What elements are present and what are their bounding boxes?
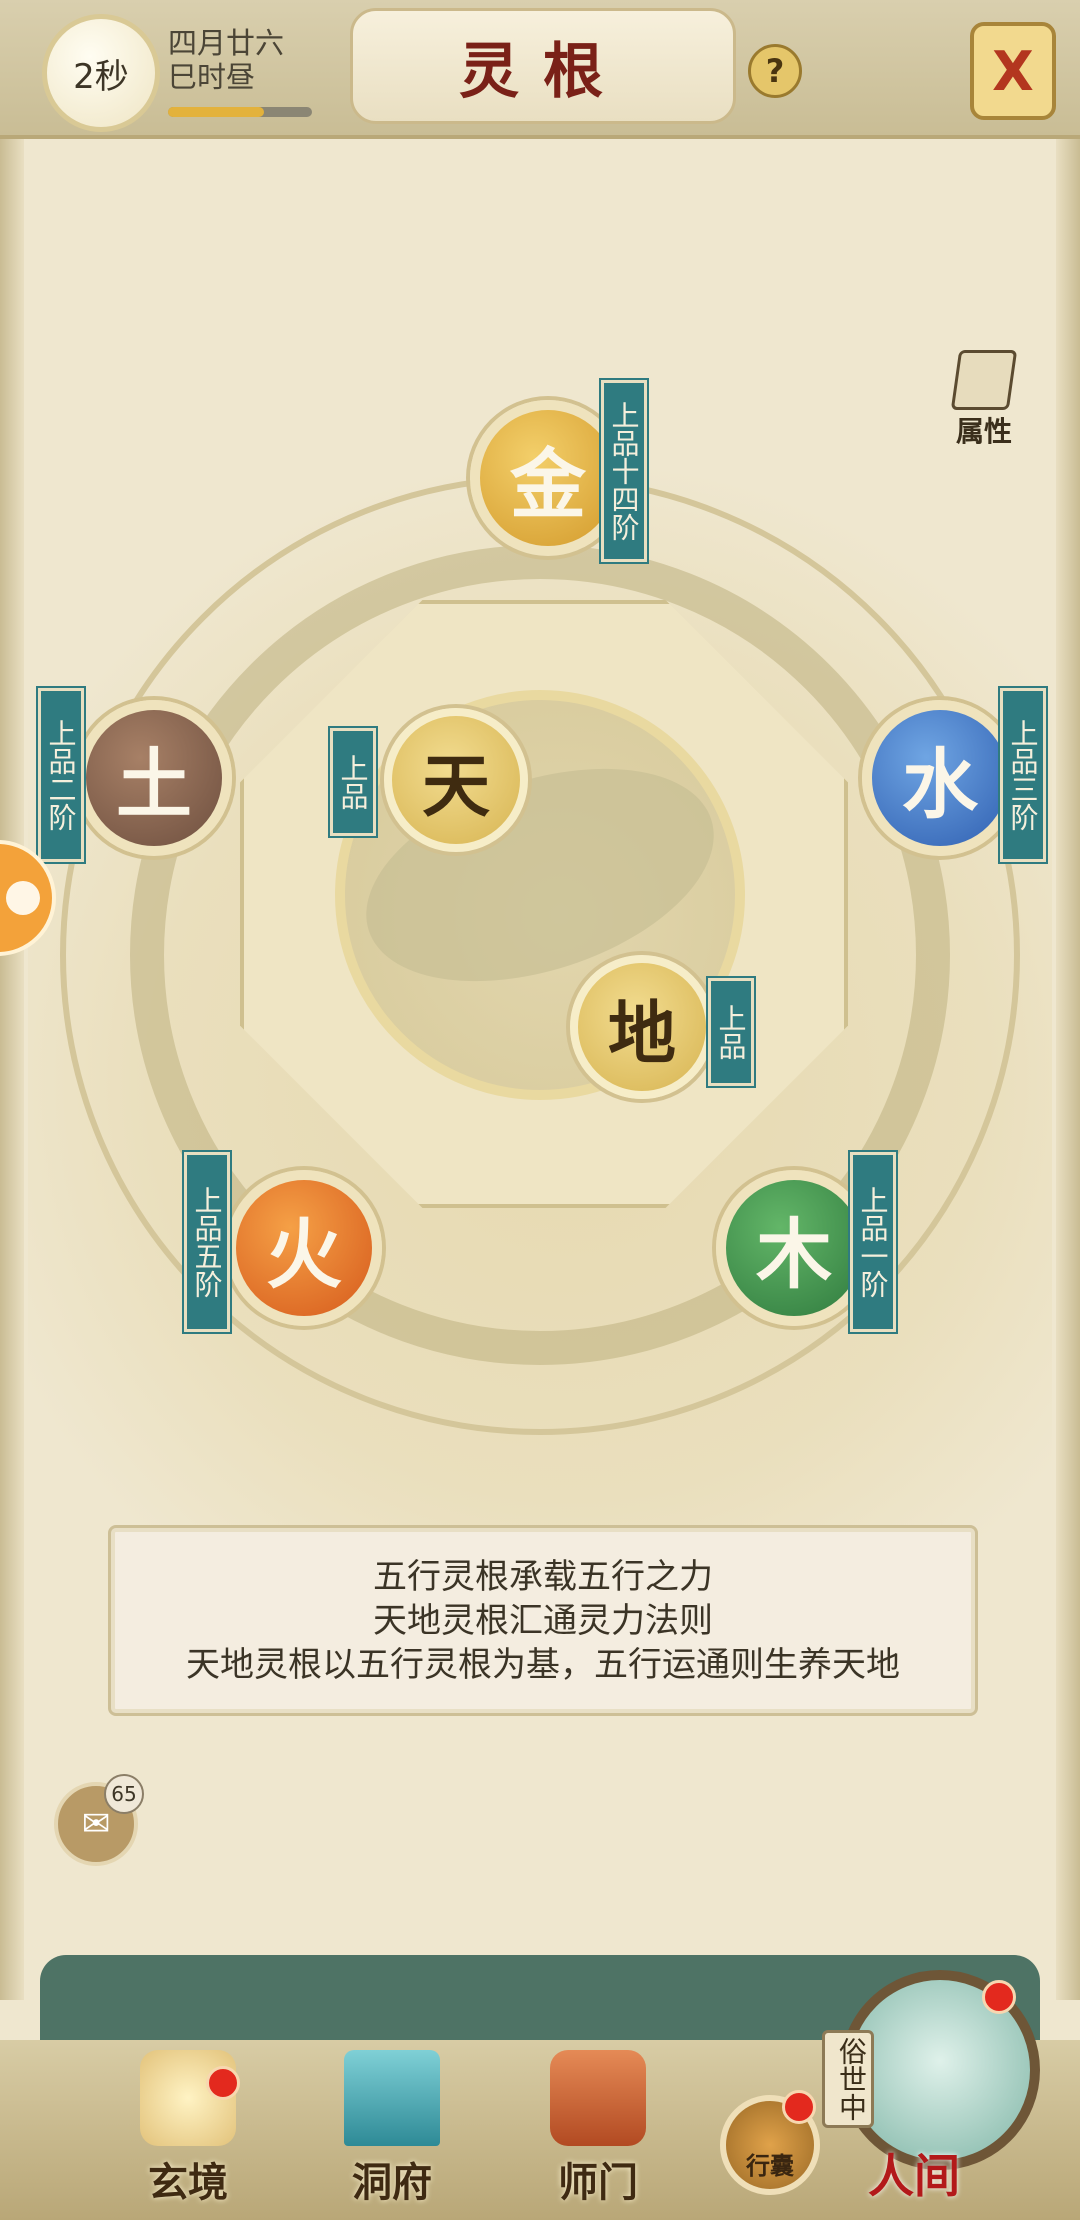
- nav-dongfu-label: 洞府: [352, 2159, 432, 2206]
- water-char: 水: [902, 740, 978, 829]
- ground-rank-tag: 上品: [708, 978, 754, 1086]
- earth-root-orb[interactable]: 土: [76, 700, 232, 856]
- day-progress-bar: [168, 107, 312, 117]
- ground-root-orb[interactable]: 地: [570, 955, 714, 1099]
- right-frame: [1056, 120, 1080, 2000]
- ground-char: 地: [607, 993, 676, 1074]
- metal-rank-tag: 上品十四阶: [601, 380, 647, 562]
- close-icon: X: [992, 39, 1034, 103]
- help-button[interactable]: ?: [748, 44, 802, 98]
- fire-rank-tag: 上品五阶: [184, 1152, 230, 1332]
- description-line-3: 天地灵根以五行灵根为基，五行运通则生养天地: [186, 1644, 900, 1685]
- metal-char: 金: [510, 440, 586, 529]
- nav-xingnang-label: 行囊: [746, 2151, 794, 2180]
- xuanjing-notification-dot: [206, 2066, 240, 2100]
- chat-bubble-icon: ✉: [81, 1804, 111, 1844]
- fire-char: 火: [266, 1210, 342, 1299]
- description-line-2: 天地灵根汇通灵力法则: [373, 1600, 713, 1641]
- nav-shimen[interactable]: 师门: [528, 2050, 668, 2220]
- heaven-char: 天: [421, 746, 490, 827]
- left-frame: [0, 120, 24, 2000]
- nav-dongfu[interactable]: 洞府: [322, 2050, 462, 2220]
- earth-rank-tag: 上品二阶: [38, 688, 84, 862]
- nav-xuanjing-label: 玄境: [148, 2159, 228, 2206]
- xingnang-notification-dot: [782, 2090, 816, 2124]
- help-icon: ?: [765, 52, 785, 90]
- description-box: 五行灵根承载五行之力 天地灵根汇通灵力法则 天地灵根以五行灵根为基，五行运通则生…: [108, 1525, 978, 1716]
- heaven-rank-tag: 上品: [330, 728, 376, 836]
- day-progress-fill: [168, 107, 265, 117]
- title-plate: 灵根: [350, 8, 736, 124]
- timer-text: 2秒: [73, 56, 129, 97]
- renjian-notification-dot: [982, 1980, 1016, 2014]
- wood-root-orb[interactable]: 木: [716, 1170, 872, 1326]
- page-title: 灵根: [459, 36, 627, 107]
- time-period-text: 巳时昼: [168, 60, 256, 94]
- banner-icon: [550, 2050, 646, 2146]
- chat-count-badge: 65: [104, 1774, 144, 1814]
- book-icon: [950, 350, 1018, 410]
- wood-char: 木: [756, 1210, 832, 1299]
- attribute-label: 属性: [955, 415, 1012, 448]
- description-line-1: 五行灵根承载五行之力: [373, 1556, 713, 1597]
- timer-badge[interactable]: 2秒: [42, 14, 160, 132]
- attribute-button[interactable]: 属性: [944, 350, 1024, 448]
- pavilion-icon: [344, 2050, 440, 2146]
- water-rank-tag: 上品三阶: [1000, 688, 1046, 862]
- date-text: 四月廿六: [168, 26, 285, 60]
- fire-root-orb[interactable]: 火: [226, 1170, 382, 1326]
- close-button[interactable]: X: [970, 22, 1056, 120]
- earth-char: 土: [116, 740, 192, 829]
- water-root-orb[interactable]: 水: [862, 700, 1018, 856]
- gamepad-icon: [6, 881, 40, 915]
- nav-shimen-label: 师门: [558, 2159, 638, 2206]
- sushizhong-tag: 俗世中: [822, 2030, 874, 2128]
- wood-rank-tag: 上品一阶: [850, 1152, 896, 1332]
- nav-renjian-label: 人间: [868, 2149, 960, 2203]
- heaven-root-orb[interactable]: 天: [384, 708, 528, 852]
